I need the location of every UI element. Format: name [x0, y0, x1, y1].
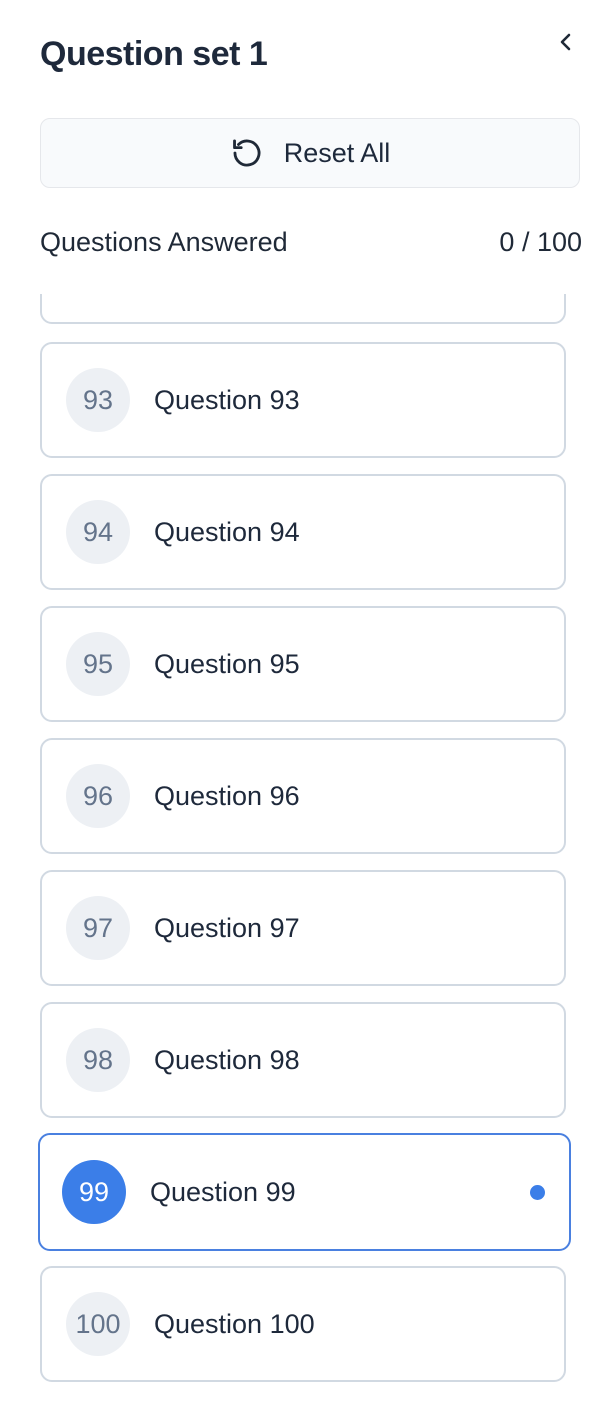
question-label: Question 94 — [154, 516, 300, 547]
question-label: Question 96 — [154, 780, 300, 811]
question-number-badge: 93 — [66, 368, 130, 432]
question-number-badge: 99 — [62, 1160, 126, 1224]
question-label: Question 95 — [154, 648, 300, 679]
reset-all-button[interactable]: Reset All — [40, 118, 580, 188]
question-list[interactable]: 93 Question 93 94 Question 94 95 Questio… — [0, 294, 612, 1404]
collapse-button[interactable] — [550, 26, 582, 58]
question-label: Question 100 — [154, 1308, 315, 1339]
question-number-badge: 94 — [66, 500, 130, 564]
list-item-partial[interactable] — [40, 294, 566, 324]
reset-all-label: Reset All — [283, 137, 391, 168]
list-item-question[interactable]: 98 Question 98 — [40, 1002, 566, 1118]
question-label: Question 98 — [154, 1044, 300, 1075]
question-label: Question 93 — [154, 384, 300, 415]
page-title: Question set 1 — [40, 35, 268, 73]
chevron-left-icon — [560, 33, 571, 51]
list-item-question[interactable]: 96 Question 96 — [40, 738, 566, 854]
progress-label: Questions Answered — [40, 227, 288, 257]
question-number-badge: 95 — [66, 632, 130, 696]
list-item-question[interactable]: 95 Question 95 — [40, 606, 566, 722]
list-item-question[interactable]: 94 Question 94 — [40, 474, 566, 590]
question-number-badge: 98 — [66, 1028, 130, 1092]
question-label: Question 99 — [150, 1176, 296, 1207]
rotate-ccw-icon — [230, 136, 264, 170]
list-item-question-active[interactable]: 99 Question 99 — [38, 1133, 571, 1251]
list-item-question[interactable]: 100 Question 100 — [40, 1266, 566, 1382]
question-panel: Question set 1 Reset All Questions Answe… — [0, 0, 612, 1404]
list-item-question[interactable]: 93 Question 93 — [40, 342, 566, 458]
progress-summary: Questions Answered 0 / 100 — [40, 224, 582, 260]
question-number-badge: 97 — [66, 896, 130, 960]
question-number-badge: 96 — [66, 764, 130, 828]
current-question-indicator — [530, 1185, 545, 1200]
question-label: Question 97 — [154, 912, 300, 943]
progress-count: 0 / 100 — [499, 227, 582, 257]
question-number-badge: 100 — [66, 1292, 130, 1356]
list-item-question[interactable]: 97 Question 97 — [40, 870, 566, 986]
